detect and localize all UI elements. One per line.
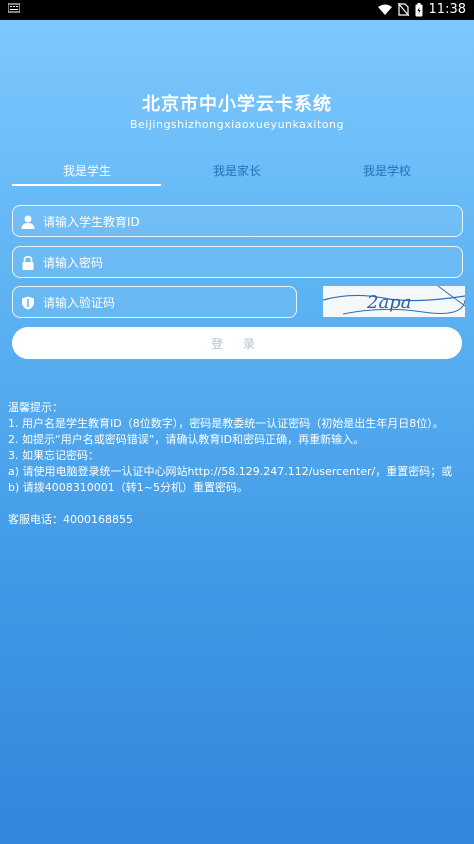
captcha-text: 2apa [366, 292, 411, 313]
captcha-image[interactable]: 2apa [323, 286, 465, 317]
wifi-icon [377, 4, 392, 16]
status-time: 11:38 [428, 2, 466, 17]
tips-section: 温馨提示： 1. 用户名是学生教育ID（8位数字），密码是教委统一认证密码（初始… [8, 400, 460, 528]
shield-icon [21, 295, 35, 310]
tab-student[interactable]: 我是学生 [12, 162, 162, 179]
tab-school[interactable]: 我是学校 [312, 162, 462, 179]
password-field[interactable] [12, 246, 463, 279]
lock-icon [21, 255, 35, 270]
student-id-input[interactable] [41, 206, 454, 238]
tab-parent[interactable]: 我是家长 [162, 162, 312, 179]
login-button[interactable]: 登 录 [12, 327, 462, 359]
captcha-input[interactable] [41, 287, 288, 319]
no-sim-icon [397, 3, 409, 16]
status-bar: 11:38 [0, 0, 474, 20]
battery-icon [415, 2, 423, 17]
app-title: 北京市中小学云卡系统 [142, 94, 332, 115]
tips-heading: 温馨提示： [8, 401, 63, 414]
notification-icon [7, 3, 21, 16]
tip-line: b) 请拨4008310001（转1~5分机）重置密码。 [8, 481, 248, 494]
user-icon [21, 214, 35, 229]
tip-line: a) 请使用电脑登录统一认证中心网站http://58.129.247.112/… [8, 465, 453, 478]
password-input[interactable] [41, 247, 454, 279]
captcha-field[interactable] [12, 286, 297, 319]
tip-line: 3. 如果忘记密码： [8, 449, 99, 462]
active-tab-underline [12, 184, 161, 186]
tip-line: 1. 用户名是学生教育ID（8位数字），密码是教委统一认证密码（初始是出生年月日… [8, 417, 444, 430]
service-phone: 客服电话：4000168855 [8, 513, 133, 526]
tip-line: 2. 如提示“用户名或密码错误”，请确认教育ID和密码正确，再重新输入。 [8, 433, 365, 446]
login-type-tabs: 我是学生 我是家长 我是学校 [12, 162, 462, 186]
app-subtitle: Beijingshizhongxiaoxueyunkaxitong [129, 118, 344, 131]
student-id-field[interactable] [12, 205, 463, 238]
